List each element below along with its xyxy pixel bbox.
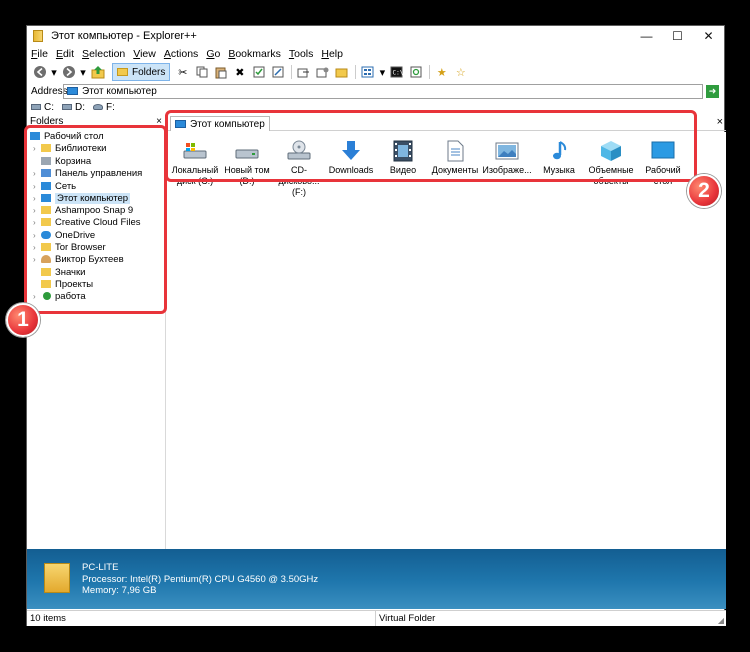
views-icon[interactable] xyxy=(359,64,376,81)
folder-icon xyxy=(44,563,70,593)
rename-icon[interactable] xyxy=(269,64,286,81)
menu-help[interactable]: Help xyxy=(317,47,347,62)
drive-c-button[interactable]: C: xyxy=(31,102,54,113)
computer-icon xyxy=(67,87,78,95)
title-bar: Этот компьютер - Explorer++ — ☐ ✕ xyxy=(27,26,724,46)
drive-icon xyxy=(31,104,41,110)
drive-d-button[interactable]: D: xyxy=(62,102,85,113)
go-button[interactable]: ➜ xyxy=(706,84,719,98)
memory-info: Memory: 7,96 GB xyxy=(82,585,157,596)
minimize-button[interactable]: — xyxy=(631,26,662,46)
toolbar-separator xyxy=(429,65,431,79)
computer-name: PC-LITE xyxy=(82,562,119,573)
menu-file[interactable]: File xyxy=(27,47,52,62)
folders-toggle-button[interactable]: Folders xyxy=(112,63,171,81)
drive-icon xyxy=(62,104,72,110)
close-button[interactable]: ✕ xyxy=(693,26,724,46)
app-icon xyxy=(33,30,43,42)
item-count: 10 items xyxy=(27,611,376,626)
folder-icon xyxy=(117,68,128,76)
drives-bar: C: D: F: xyxy=(27,100,123,114)
resize-grip-icon[interactable]: ◢ xyxy=(718,616,724,625)
menu-bookmarks[interactable]: Bookmarks xyxy=(224,47,285,62)
address-value: Этот компьютер xyxy=(82,85,157,97)
toolbar-separator xyxy=(291,65,293,79)
close-tab-button[interactable]: × xyxy=(717,116,723,128)
window-title: Этот компьютер - Explorer++ xyxy=(51,30,197,42)
delete-icon[interactable]: ✖ xyxy=(231,64,248,81)
properties-icon[interactable] xyxy=(250,64,267,81)
file-list: Локальный диск (C:) Новый том (D:) CD-диск… xyxy=(167,132,726,549)
back-dropdown-icon[interactable]: ▾ xyxy=(50,64,58,81)
add-bookmark-icon[interactable]: ★ xyxy=(433,64,450,81)
address-label: Address xyxy=(31,85,68,97)
highlight-folders-tree xyxy=(24,125,167,314)
forward-dropdown-icon[interactable]: ▾ xyxy=(79,64,87,81)
paste-icon[interactable] xyxy=(212,64,229,81)
cd-drive-icon xyxy=(93,104,103,110)
svg-text:C:\: C:\ xyxy=(393,70,404,77)
details-pane: PC-LITE Processor: Intel(R) Pentium(R) C… xyxy=(27,549,726,609)
menu-selection[interactable]: Selection xyxy=(78,47,129,62)
maximize-button[interactable]: ☐ xyxy=(662,26,693,46)
up-folder-icon[interactable] xyxy=(89,64,106,81)
menu-go[interactable]: Go xyxy=(202,47,224,62)
annotation-badge-1: 1 xyxy=(6,303,40,337)
organize-bookmarks-icon[interactable]: ☆ xyxy=(452,64,469,81)
refresh-icon[interactable] xyxy=(407,64,424,81)
menu-bar: File Edit Selection View Actions Go Book… xyxy=(27,47,347,62)
move-to-icon[interactable] xyxy=(295,64,312,81)
copy-icon[interactable] xyxy=(193,64,210,81)
views-dropdown-icon[interactable]: ▾ xyxy=(378,64,386,81)
menu-actions[interactable]: Actions xyxy=(160,47,202,62)
toolbar: ▾ ▾ Folders ✂ ✖ ▾ C:\ ★ ☆ xyxy=(27,62,724,82)
highlight-content-items xyxy=(165,110,697,182)
back-icon[interactable] xyxy=(31,64,48,81)
forward-icon[interactable] xyxy=(60,64,77,81)
copy-to-icon[interactable] xyxy=(314,64,331,81)
command-prompt-icon[interactable]: C:\ xyxy=(388,64,405,81)
folder-type: Virtual Folder xyxy=(379,613,436,624)
drive-f-button[interactable]: F: xyxy=(93,102,115,113)
new-folder-icon[interactable] xyxy=(333,64,350,81)
address-input[interactable]: Этот компьютер xyxy=(63,83,703,99)
menu-edit[interactable]: Edit xyxy=(52,47,78,62)
annotation-badge-2: 2 xyxy=(687,174,721,208)
address-bar: Address Этот компьютер ➜ xyxy=(27,83,724,99)
status-bar: 10 items Virtual Folder ◢ xyxy=(27,610,726,626)
toolbar-separator xyxy=(355,65,357,79)
cut-icon[interactable]: ✂ xyxy=(174,64,191,81)
menu-tools[interactable]: Tools xyxy=(285,47,318,62)
menu-view[interactable]: View xyxy=(129,47,160,62)
processor-info: Processor: Intel(R) Pentium(R) CPU G4560… xyxy=(82,573,319,585)
